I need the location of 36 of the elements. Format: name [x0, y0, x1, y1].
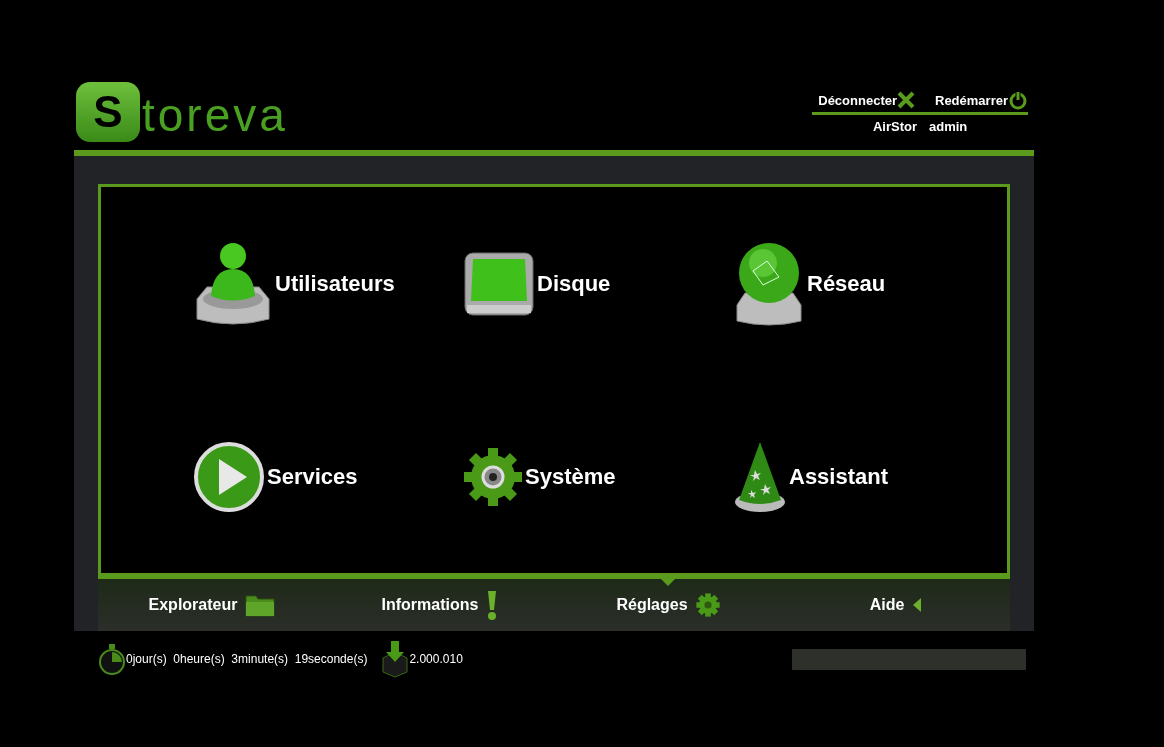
logo-text: toreva	[142, 92, 288, 138]
user-name: admin	[929, 119, 968, 134]
nav-tab[interactable]: Informations	[326, 579, 554, 631]
download-box-icon	[381, 640, 410, 678]
app-label: Assistant	[789, 463, 889, 490]
x-icon	[897, 91, 915, 109]
device-name: AirStor	[872, 119, 917, 134]
nav-tab[interactable]: Aide	[782, 579, 1010, 631]
app-launcher[interactable]: Réseau	[733, 240, 886, 327]
app-launcher[interactable]: Services	[193, 440, 358, 513]
globe-icon	[733, 240, 805, 327]
app-label: Réseau	[807, 270, 886, 297]
caret-icon	[912, 597, 923, 613]
restart-link[interactable]: Redémarrer	[935, 90, 1028, 110]
app-launcher[interactable]: Utilisateurs	[193, 240, 395, 327]
nav-tab[interactable]: Explorateur	[98, 579, 326, 631]
gear-icon	[695, 593, 720, 617]
folder-icon	[245, 593, 276, 617]
play-icon	[193, 440, 265, 513]
gear-icon	[463, 445, 523, 508]
stopwatch-icon	[98, 643, 126, 675]
logo-letter: S	[76, 82, 140, 142]
app-launcher[interactable]: Système	[463, 445, 616, 508]
uptime-text: 0jour(s) 0heure(s) 3minute(s) 19seconde(s)	[126, 652, 368, 666]
app-launcher[interactable]: Assistant	[733, 439, 889, 514]
user-icon	[193, 240, 273, 327]
app-label: Services	[267, 463, 358, 490]
power-icon	[1008, 90, 1028, 110]
exclamation-icon	[486, 590, 499, 620]
app-launcher[interactable]: Disque	[463, 250, 611, 317]
logout-link[interactable]: Déconnecter	[818, 90, 915, 110]
version-text: 2.000.010	[409, 652, 463, 666]
nav-tab[interactable]: Réglages	[554, 579, 782, 631]
app-label: Disque	[537, 270, 611, 297]
app-label: Utilisateurs	[275, 270, 395, 297]
app-label: Système	[525, 463, 616, 490]
